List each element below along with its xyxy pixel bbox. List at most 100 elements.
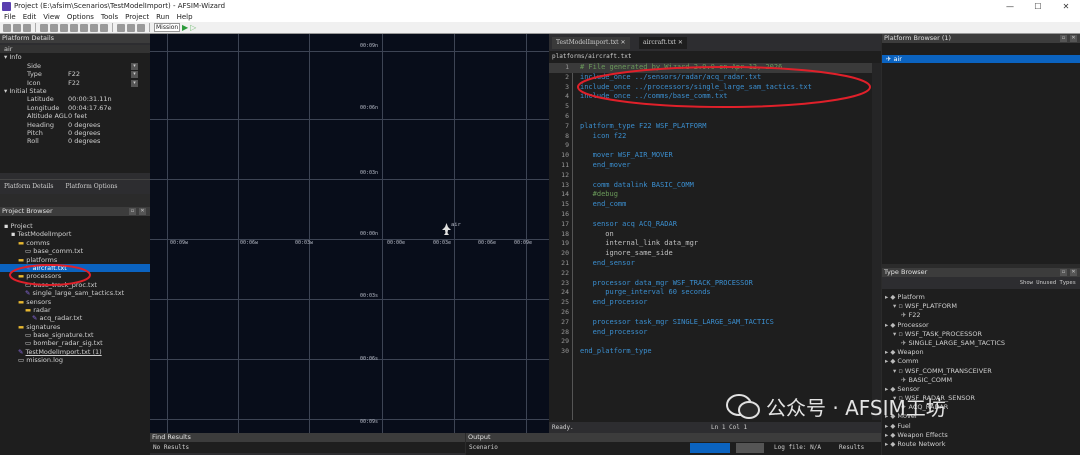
run-step-icon[interactable]: ▷ [190, 23, 196, 32]
type-item[interactable]: ✈ SINGLE_LARGE_SAM_TACTICS [882, 339, 1080, 348]
code-line[interactable]: 10 mover WSF_AIR_MOVER [549, 151, 881, 161]
code-line[interactable]: 24 purge_interval 60 seconds [549, 288, 881, 298]
type-item[interactable]: ▸ ◆ Weapon [882, 348, 1080, 357]
code-line[interactable]: 11 end_mover [549, 161, 881, 171]
chevron-down-icon[interactable]: ▾ [131, 79, 138, 87]
new-file-icon[interactable] [3, 23, 11, 32]
code-line[interactable]: 7 platform_type F22 WSF_PLATFORM [549, 122, 881, 132]
code-line[interactable]: 15 end_comm [549, 200, 881, 210]
maximize-button[interactable]: ☐ [1024, 0, 1052, 12]
code-line[interactable]: 28 end_processor [549, 328, 881, 338]
tree-item[interactable]: ▬ radar [0, 306, 150, 314]
stop-button[interactable] [736, 443, 764, 453]
minimize-button[interactable]: — [996, 0, 1024, 12]
state-row[interactable]: Roll 0 degrees [0, 137, 150, 145]
type-item[interactable]: ▸ ◆ Platform [882, 293, 1080, 302]
menu-run[interactable]: Run [156, 13, 169, 21]
code-line[interactable]: 16 [549, 210, 881, 220]
show-unused-toggle[interactable]: Show Unused Types [1020, 280, 1076, 286]
menu-project[interactable]: Project [125, 13, 149, 21]
type-item[interactable]: ▾ ▫ WSF_COMM_TRANSCEIVER [882, 367, 1080, 376]
tree-item[interactable]: ✎ acq_radar.txt [0, 314, 150, 322]
code-line[interactable]: 26 [549, 308, 881, 318]
chevron-down-icon[interactable]: ▾ [131, 62, 138, 70]
type-item[interactable]: ✈ F22 [882, 311, 1080, 320]
code-line[interactable]: 23 processor data_mgr WSF_TRACK_PROCESSO… [549, 279, 881, 289]
vertical-scrollbar[interactable] [872, 63, 881, 420]
menu-options[interactable]: Options [67, 13, 94, 21]
menu-help[interactable]: Help [177, 13, 193, 21]
editor-tab-aircraft[interactable]: aircraft.txt ✕ [639, 37, 687, 49]
type-item[interactable]: ▸ ◆ Route Network [882, 440, 1080, 449]
code-line[interactable]: 18 on [549, 230, 881, 240]
float-icon[interactable]: ▫ [129, 208, 136, 215]
code-line[interactable]: 6 [549, 112, 881, 122]
type-item[interactable]: ▸ ◆ Processor [882, 321, 1080, 330]
close-icon[interactable]: ✕ [1070, 35, 1077, 42]
code-line[interactable]: 19 internal_link data_mgr [549, 239, 881, 249]
detail-row-icon[interactable]: Icon F22 ▾ [0, 79, 150, 87]
menu-edit[interactable]: Edit [23, 13, 37, 21]
redo-icon[interactable] [80, 23, 88, 32]
close-icon[interactable]: ✕ [678, 39, 683, 46]
type-item[interactable]: ✈ BASIC_COMM [882, 376, 1080, 385]
tree-item[interactable]: ▭ base_signature.txt [0, 331, 150, 339]
code-line[interactable]: 17 sensor acq ACQ_RADAR [549, 220, 881, 230]
code-line[interactable]: 29 [549, 337, 881, 347]
code-line[interactable]: 12 [549, 171, 881, 181]
code-line[interactable]: 13 comm datalink BASIC_COMM [549, 181, 881, 191]
tree-item[interactable]: ▪ Project [0, 222, 150, 230]
tree-item[interactable]: ✎ TestModelImport.txt (1) [0, 348, 150, 356]
paste-icon[interactable] [60, 23, 68, 32]
tree-item[interactable]: ▭ mission.log [0, 356, 150, 364]
undo-icon[interactable] [70, 23, 78, 32]
code-line[interactable]: 30 end_platform_type [549, 347, 881, 357]
close-icon[interactable]: ✕ [1070, 269, 1077, 276]
state-row[interactable]: Longitude 00:04:17.67e [0, 104, 150, 112]
save-all-icon[interactable] [23, 23, 31, 32]
menu-tools[interactable]: Tools [101, 13, 118, 21]
float-icon[interactable]: ▫ [1060, 269, 1067, 276]
mission-selector[interactable]: Mission [154, 23, 180, 32]
copy-icon[interactable] [50, 23, 58, 32]
code-line[interactable]: 8 icon f22 [549, 132, 881, 142]
tab-platform-options[interactable]: Platform Options [66, 183, 118, 190]
state-section[interactable]: ▾ Initial State [0, 87, 150, 95]
menu-file[interactable]: File [4, 13, 16, 21]
type-item[interactable]: ▸ ◆ Weapon Effects [882, 431, 1080, 440]
tool-icon[interactable] [117, 23, 125, 32]
tree-item[interactable]: ▬ signatures [0, 323, 150, 331]
platform-marker[interactable]: air [442, 222, 461, 237]
state-row[interactable]: Altitude AGL 0 feet [0, 112, 150, 120]
platform-list-item[interactable]: ✈ air [882, 55, 1080, 64]
info-section[interactable]: ▾ Info [0, 53, 150, 61]
back-icon[interactable] [90, 23, 98, 32]
detail-row-side[interactable]: Side ▾ [0, 62, 150, 70]
code-line[interactable]: 14 #debug [549, 190, 881, 200]
editor-tab-testmodelimport[interactable]: TestModelImport.txt ✕ [552, 37, 630, 49]
save-icon[interactable] [13, 23, 21, 32]
results-dropdown[interactable]: Results [839, 442, 864, 453]
float-icon[interactable]: ▫ [1060, 35, 1067, 42]
type-item[interactable]: ▾ ▫ WSF_TASK_PROCESSOR [882, 330, 1080, 339]
code-line[interactable]: 21 end_sensor [549, 259, 881, 269]
tree-item[interactable]: ✎ single_large_sam_tactics.txt [0, 289, 150, 297]
tree-item[interactable]: ▬ sensors [0, 298, 150, 306]
code-line[interactable]: 20 ignore_same_side [549, 249, 881, 259]
type-item[interactable]: ▸ ◆ Fuel [882, 422, 1080, 431]
forward-icon[interactable] [100, 23, 108, 32]
tree-item[interactable]: ▭ base_comm.txt [0, 247, 150, 255]
state-row[interactable]: Pitch 0 degrees [0, 129, 150, 137]
state-row[interactable]: Latitude 00:00:31.11n [0, 95, 150, 103]
target-icon[interactable] [127, 23, 135, 32]
close-button[interactable]: ✕ [1052, 0, 1080, 12]
detail-row-type[interactable]: Type F22 ▾ [0, 70, 150, 79]
layers-icon[interactable] [137, 23, 145, 32]
menu-view[interactable]: View [43, 13, 60, 21]
run-icon[interactable]: ▶ [182, 23, 188, 32]
code-line[interactable]: 22 [549, 269, 881, 279]
progress-button[interactable] [690, 443, 730, 453]
tab-platform-details[interactable]: Platform Details [4, 183, 54, 190]
close-icon[interactable]: ✕ [620, 39, 625, 46]
type-item[interactable]: ▸ ◆ Comm [882, 357, 1080, 366]
